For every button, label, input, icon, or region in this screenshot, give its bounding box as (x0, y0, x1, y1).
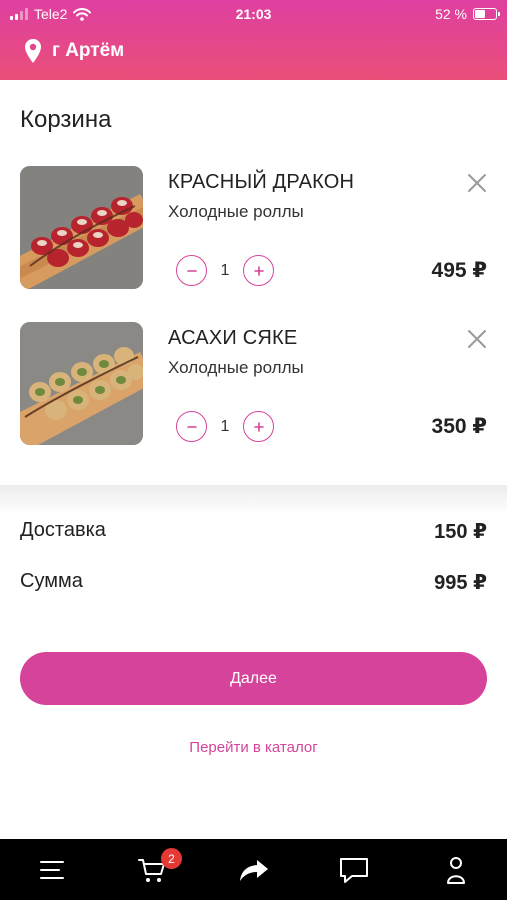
quantity-value: 1 (220, 417, 230, 435)
profile-icon (447, 857, 465, 884)
total-row: Сумма 995 ₽ (20, 570, 487, 595)
chat-icon (340, 858, 368, 883)
next-button[interactable]: Далее (20, 652, 487, 705)
product-image (20, 322, 143, 445)
location-selector[interactable]: г Артём (24, 38, 124, 64)
battery-fill (475, 10, 485, 18)
go-to-catalog-link[interactable]: Перейти в каталог (0, 739, 507, 756)
cart-item: КРАСНЫЙ ДРАКОН Холодные роллы 1 495 ₽ (0, 166, 507, 296)
page-title: Корзина (20, 106, 112, 133)
increase-quantity-button[interactable] (243, 255, 274, 286)
status-right: 52 % (435, 6, 500, 22)
summary-divider (0, 485, 507, 515)
delivery-label: Доставка (20, 519, 106, 541)
location-pin-icon (25, 39, 41, 63)
status-bar: Tele2 21:03 52 % (0, 0, 507, 28)
minus-icon (186, 425, 197, 428)
decrease-quantity-button[interactable] (176, 255, 207, 286)
menu-icon (40, 861, 64, 879)
nav-menu[interactable] (36, 854, 68, 886)
product-price: 350 ₽ (431, 415, 487, 438)
battery-label: 52 % (435, 6, 467, 22)
cart-count-badge: 2 (161, 848, 182, 869)
nav-chat[interactable] (338, 854, 370, 886)
nav-profile[interactable] (440, 854, 472, 886)
quantity-value: 1 (220, 261, 230, 279)
remove-item-icon[interactable] (466, 328, 488, 350)
total-label: Сумма (20, 570, 83, 592)
delivery-row: Доставка 150 ₽ (20, 519, 487, 544)
location-label: г Артём (52, 40, 125, 61)
cart-item: АСАХИ СЯКЕ Холодные роллы 1 350 ₽ (0, 322, 507, 452)
plus-icon (253, 421, 264, 432)
remove-item-icon[interactable] (466, 172, 488, 194)
total-value: 995 ₽ (434, 572, 487, 594)
product-price: 495 ₽ (431, 259, 487, 282)
share-icon (240, 860, 268, 881)
bottom-nav: 2 (0, 839, 507, 900)
battery-icon (473, 8, 500, 20)
product-category: Холодные роллы (168, 202, 304, 221)
quantity-stepper: 1 (176, 411, 274, 442)
increase-quantity-button[interactable] (243, 411, 274, 442)
nav-share[interactable] (238, 854, 270, 886)
product-name: КРАСНЫЙ ДРАКОН (168, 171, 355, 193)
plus-icon (253, 265, 264, 276)
product-category: Холодные роллы (168, 358, 304, 377)
quantity-stepper: 1 (176, 255, 274, 286)
cart-panel: Корзина КРАСНЫЙ ДРАКОН Холодные роллы 1 … (0, 80, 507, 490)
product-name: АСАХИ СЯКЕ (168, 327, 298, 349)
delivery-value: 150 ₽ (434, 521, 487, 543)
product-image (20, 166, 143, 289)
minus-icon (186, 269, 197, 272)
decrease-quantity-button[interactable] (176, 411, 207, 442)
status-time: 21:03 (235, 6, 272, 22)
